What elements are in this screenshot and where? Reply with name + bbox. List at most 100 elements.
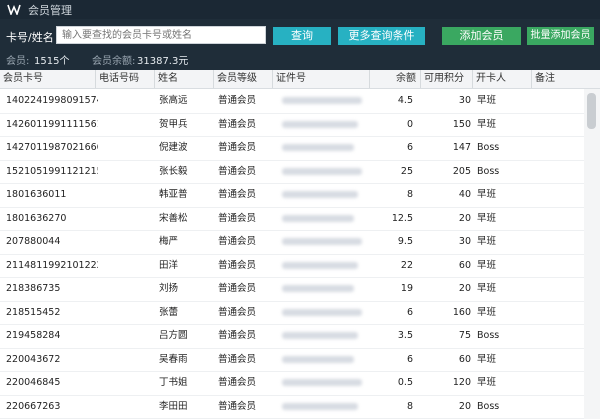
cell-points: 20: [458, 212, 471, 224]
redacted-id-number: [282, 379, 362, 386]
cell-opener: 早班: [477, 189, 497, 200]
table-row[interactable]: 219458284 吕方圆 普通会员 3.5 75 Boss: [0, 324, 584, 349]
column-header-card-number[interactable]: 会员卡号: [0, 70, 95, 88]
search-input[interactable]: [56, 26, 266, 44]
cell-card-number: 211481199210122235: [6, 259, 98, 271]
cell-points: 40: [458, 189, 471, 200]
cell-balance: 8: [406, 400, 413, 412]
column-header-level[interactable]: 会员等级: [213, 70, 272, 88]
cell-balance: 0.5: [397, 377, 413, 388]
title-bar: 会员管理: [0, 0, 600, 19]
redacted-id-number: [282, 144, 354, 151]
add-member-button[interactable]: 添加会员: [442, 27, 521, 45]
column-header-name[interactable]: 姓名: [154, 70, 213, 88]
table-row[interactable]: 218515452 张蕾 普通会员 6 160 早班: [0, 301, 584, 325]
cell-balance: 0: [406, 118, 413, 130]
vertical-scrollbar[interactable]: [584, 89, 600, 419]
stats-bar: 会员: 1515个 会员余额: 31387.3元: [0, 52, 600, 67]
cell-opener: 早班: [477, 212, 497, 224]
table-row[interactable]: 142701198702166632 倪建波 普通会员 6 147 Boss: [0, 136, 584, 161]
cell-name: 倪建波: [159, 142, 188, 153]
column-header-remark[interactable]: 备注: [531, 70, 600, 88]
cell-card-number: 220046845: [6, 377, 61, 388]
column-header-id-number[interactable]: 证件号: [272, 70, 369, 88]
cell-card-number: 152105199112121513: [6, 165, 98, 177]
cell-name: 刘扬: [159, 283, 179, 294]
cell-name: 吴春雨: [159, 353, 188, 365]
table-row[interactable]: 211481199210122235 田洋 普通会员 22 60 早班: [0, 254, 584, 278]
cell-level: 普通会员: [218, 165, 257, 177]
cell-points: 30: [458, 95, 471, 106]
cell-balance: 19: [400, 283, 413, 294]
cell-opener: 早班: [477, 236, 497, 247]
cell-opener: Boss: [477, 142, 500, 153]
redacted-id-number: [282, 261, 358, 269]
cell-points: 75: [458, 330, 471, 341]
column-header-opener[interactable]: 开卡人: [472, 70, 531, 88]
cell-level: 普通会员: [218, 330, 257, 341]
cell-name: 贺甲兵: [159, 118, 188, 130]
cell-name: 张蕾: [159, 306, 179, 318]
table-row[interactable]: 220043672 吴春雨 普通会员 6 60 早班: [0, 348, 584, 372]
cell-points: 205: [452, 165, 471, 177]
table-body: 140224199809157410张高远普通会员4.530早班14260119…: [0, 89, 584, 419]
cell-balance: 25: [400, 165, 413, 177]
column-header-points[interactable]: 可用积分: [420, 70, 472, 88]
cell-name: 丁书姐: [159, 377, 188, 388]
cell-card-number: 142601199111156116: [6, 118, 98, 130]
member-count-label: 会员:: [6, 56, 30, 67]
app-logo-icon: [6, 3, 22, 16]
table-row[interactable]: 152105199112121513 张长毅 普通会员 25 205 Boss: [0, 160, 584, 184]
cell-name: 张高远: [159, 95, 188, 106]
cell-card-number: 140224199809157410: [6, 95, 98, 106]
cell-level: 普通会员: [218, 236, 257, 247]
table-row[interactable]: 207880044 梅严 普通会员 9.5 30 早班: [0, 230, 584, 255]
cell-name: 宋善松: [159, 212, 188, 224]
redacted-id-number: [282, 308, 362, 316]
cell-name: 田洋: [159, 259, 179, 271]
redacted-id-number: [282, 238, 362, 245]
redacted-id-number: [282, 97, 362, 104]
table-row[interactable]: 220667263 李田田 普通会员 8 20 Boss: [0, 395, 584, 419]
member-management-window: 会员管理 卡号/姓名 查询 更多查询条件 添加会员 批量添加会员 会员: 151…: [0, 0, 600, 419]
cell-card-number: 207880044: [6, 236, 61, 247]
table-header: 会员卡号 电话号码 姓名 会员等级 证件号 余额 可用积分 开卡人 备注: [0, 70, 600, 89]
batch-add-member-button[interactable]: 批量添加会员: [527, 27, 594, 45]
cell-level: 普通会员: [218, 306, 257, 318]
cell-points: 30: [458, 236, 471, 247]
column-header-balance[interactable]: 余额: [369, 70, 420, 88]
cell-level: 普通会员: [218, 212, 257, 224]
cell-points: 147: [452, 142, 471, 153]
window-title: 会员管理: [28, 3, 72, 17]
cell-level: 普通会员: [218, 189, 257, 200]
redacted-id-number: [282, 214, 354, 222]
cell-balance: 3.5: [397, 330, 413, 341]
cell-points: 20: [458, 283, 471, 294]
cell-name: 韩亚普: [159, 189, 188, 200]
cell-name: 梅严: [159, 236, 179, 247]
cell-points: 160: [452, 306, 471, 318]
cell-opener: 早班: [477, 259, 497, 271]
redacted-id-number: [282, 167, 362, 175]
cell-balance: 9.5: [397, 236, 413, 247]
cell-opener: 早班: [477, 353, 497, 365]
redacted-id-number: [282, 191, 358, 198]
cell-opener: 早班: [477, 283, 497, 294]
table-row[interactable]: 1801636270 宋善松 普通会员 12.5 20 早班: [0, 207, 584, 231]
cell-level: 普通会员: [218, 283, 257, 294]
table-row[interactable]: 220046845 丁书姐 普通会员 0.5 120 早班: [0, 371, 584, 396]
more-conditions-button[interactable]: 更多查询条件: [338, 27, 425, 45]
cell-card-number: 218515452: [6, 306, 61, 318]
query-button[interactable]: 查询: [273, 27, 331, 45]
member-balance-label: 会员余额:: [92, 56, 136, 67]
table-row[interactable]: 140224199809157410 张高远 普通会员 4.5 30 早班: [0, 89, 584, 114]
column-header-phone[interactable]: 电话号码: [95, 70, 154, 88]
scrollbar-thumb[interactable]: [587, 93, 596, 129]
cell-level: 普通会员: [218, 353, 257, 365]
cell-balance: 6: [406, 142, 413, 153]
cell-points: 60: [458, 353, 471, 365]
cell-opener: Boss: [477, 400, 500, 412]
table-row[interactable]: 1801636011 韩亚普 普通会员 8 40 早班: [0, 183, 584, 208]
table-row[interactable]: 218386735 刘扬 普通会员 19 20 早班: [0, 277, 584, 302]
table-row[interactable]: 142601199111156116 贺甲兵 普通会员 0 150 早班: [0, 113, 584, 137]
